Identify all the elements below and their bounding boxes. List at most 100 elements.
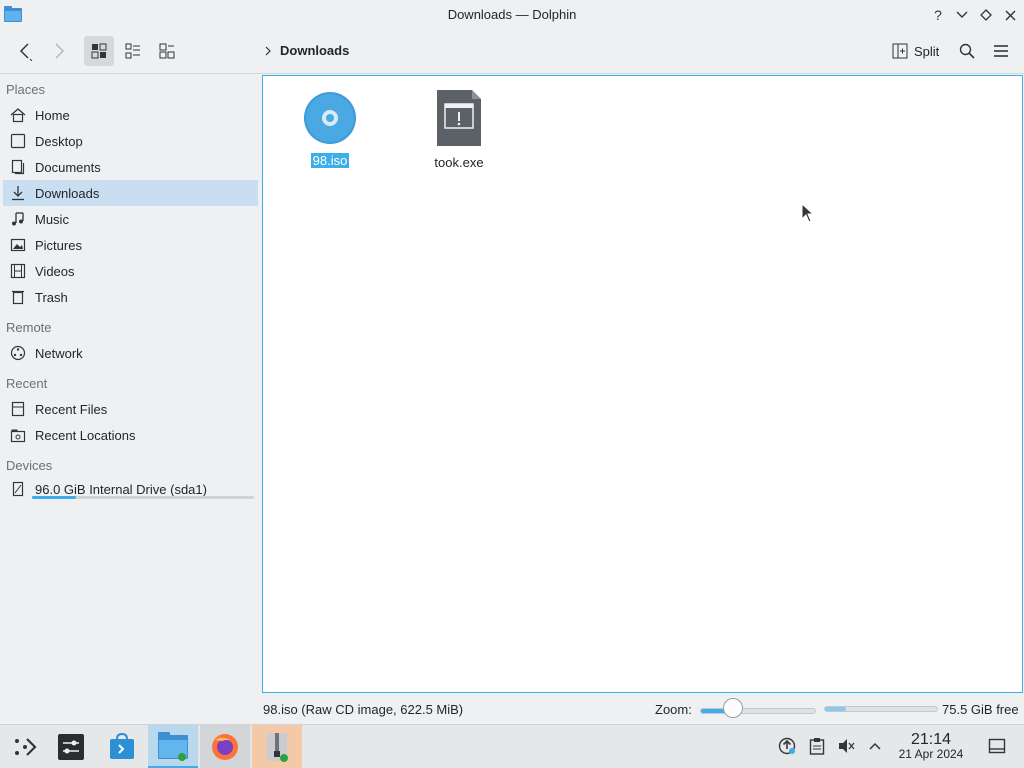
sidebar-item-label: Recent Files: [35, 401, 108, 417]
search-button[interactable]: [952, 36, 982, 66]
sidebar-item-label: Trash: [35, 289, 68, 305]
executable-icon: [437, 90, 481, 146]
application-launcher-icon: [15, 738, 37, 756]
places-panel: Places Home Desktop Documents Downloads …: [0, 74, 262, 720]
icons-view-button[interactable]: [84, 36, 114, 66]
zoom-slider-handle[interactable]: [723, 698, 743, 718]
clock-date[interactable]: 21 Apr 2024: [890, 747, 972, 761]
recent-files-icon: [9, 400, 27, 418]
menu-button[interactable]: [986, 36, 1016, 66]
desktop-icon: [9, 132, 27, 150]
file-name[interactable]: took.exe: [432, 155, 485, 170]
split-icon: [892, 43, 908, 59]
discover-button[interactable]: [97, 725, 147, 768]
disc-image-icon: [304, 92, 356, 144]
show-desktop-icon[interactable]: [988, 737, 1006, 755]
sidebar-item-pictures[interactable]: Pictures: [3, 232, 258, 258]
sidebar-item-trash[interactable]: Trash: [3, 284, 258, 310]
drive-usage-bar: [32, 496, 254, 499]
expand-tray-icon[interactable]: [866, 737, 884, 755]
file-name[interactable]: 98.iso: [310, 153, 350, 168]
file-view[interactable]: 98.iso took.exe: [262, 75, 1023, 693]
section-devices: Devices: [6, 458, 53, 473]
sidebar-item-label: Home: [35, 107, 70, 123]
application-launcher-button[interactable]: [0, 725, 50, 768]
sidebar-item-recent-locations[interactable]: Recent Locations: [3, 422, 258, 448]
search-icon: [959, 43, 975, 59]
section-remote: Remote: [6, 320, 52, 335]
sidebar-item-desktop[interactable]: Desktop: [3, 128, 258, 154]
music-icon: [9, 210, 27, 228]
zoom-label: Zoom:: [655, 702, 692, 717]
sidebar-item-label: Network: [35, 345, 83, 361]
free-space-fill: [825, 707, 847, 711]
window-title: Downloads — Dolphin: [447, 7, 577, 22]
system-settings-icon: [58, 734, 84, 760]
sidebar-item-label: Documents: [35, 159, 101, 175]
section-places: Places: [6, 82, 46, 97]
firefox-task-button[interactable]: [200, 725, 250, 768]
sidebar-item-label: Videos: [35, 263, 75, 279]
volume-muted-icon[interactable]: [837, 737, 855, 755]
sidebar-item-videos[interactable]: Videos: [3, 258, 258, 284]
home-icon: [9, 106, 27, 124]
system-settings-button[interactable]: [46, 725, 96, 768]
section-recent: Recent: [6, 376, 48, 391]
title-bar: Downloads — Dolphin ?: [0, 0, 1024, 30]
documents-icon: [9, 158, 27, 176]
downloads-icon: [9, 184, 27, 202]
selection-info: 98.iso (Raw CD image, 622.5 MiB): [263, 702, 464, 717]
forward-icon: [55, 43, 65, 59]
back-button[interactable]: [10, 36, 40, 66]
archive-manager-icon: [267, 733, 288, 762]
videos-icon: [9, 262, 27, 280]
dolphin-icon: [158, 731, 188, 761]
breadcrumb[interactable]: Downloads: [264, 43, 349, 58]
compact-view-button[interactable]: [152, 36, 182, 66]
sidebar-item-documents[interactable]: Documents: [3, 154, 258, 180]
hamburger-menu-icon: [994, 45, 1008, 57]
sidebar-item-label: Music: [35, 211, 69, 227]
free-space-text: 75.5 GiB free: [942, 702, 1019, 717]
toolbar: Downloads Split: [0, 30, 1024, 74]
back-icon: [19, 43, 33, 61]
sidebar-item-label: Pictures: [35, 237, 82, 253]
sidebar-item-home[interactable]: Home: [3, 102, 258, 128]
sidebar-item-recent-files[interactable]: Recent Files: [3, 396, 258, 422]
details-view-icon: [125, 43, 140, 59]
firefox-icon: [212, 734, 238, 760]
drive-icon: [9, 480, 27, 498]
breadcrumb-downloads[interactable]: Downloads: [280, 43, 349, 58]
free-space-bar: [824, 706, 938, 712]
zoom-slider[interactable]: [700, 708, 816, 714]
archive-manager-task-button[interactable]: [252, 725, 302, 768]
sidebar-item-music[interactable]: Music: [3, 206, 258, 232]
trash-icon: [9, 288, 27, 306]
forward-button[interactable]: [44, 36, 74, 66]
minimize-icon[interactable]: [952, 5, 972, 25]
network-icon: [9, 344, 27, 362]
compact-view-icon: [159, 43, 175, 59]
clipboard-icon[interactable]: [808, 737, 826, 755]
close-icon[interactable]: [1000, 5, 1020, 25]
icons-view-icon: [91, 43, 107, 59]
pictures-icon: [9, 236, 27, 254]
sidebar-item-network[interactable]: Network: [3, 340, 258, 366]
dolphin-task-button[interactable]: [148, 725, 198, 768]
split-label: Split: [914, 43, 940, 59]
file-item-took-exe[interactable]: took.exe: [411, 88, 507, 170]
details-view-button[interactable]: [118, 36, 148, 66]
sidebar-item-label: 96.0 GiB Internal Drive (sda1): [35, 481, 207, 497]
chevron-right-icon: [265, 46, 271, 55]
sidebar-item-label: Recent Locations: [35, 427, 136, 443]
split-button[interactable]: Split: [888, 36, 943, 66]
discover-icon: [110, 733, 134, 759]
recent-locations-icon: [9, 426, 27, 444]
help-icon[interactable]: ?: [928, 5, 948, 25]
updates-icon[interactable]: [778, 737, 796, 755]
drive-usage-fill: [32, 496, 77, 499]
sidebar-item-label: Downloads: [35, 185, 100, 201]
maximize-icon[interactable]: [976, 5, 996, 25]
sidebar-item-downloads[interactable]: Downloads: [3, 180, 258, 206]
file-item-98-iso[interactable]: 98.iso: [282, 90, 378, 168]
